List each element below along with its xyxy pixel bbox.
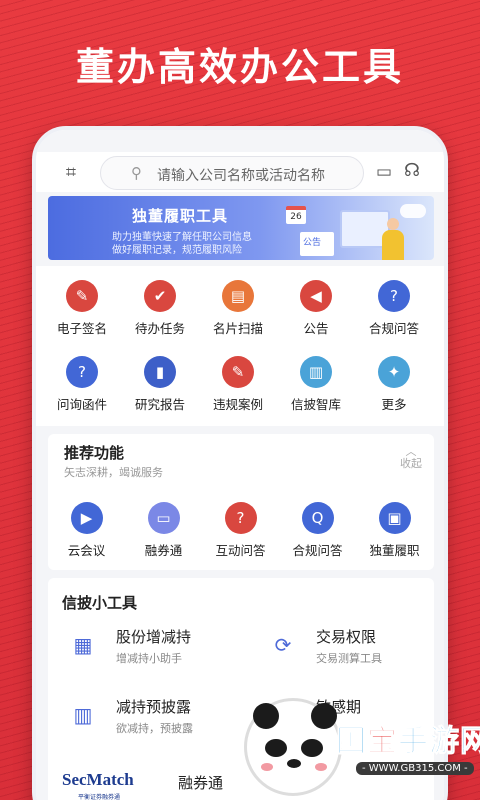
promo-banner[interactable]: 独董履职工具 助力独董快速了解任职公司信息 做好履职记录，规范履职风险 26 公… [48,196,434,260]
tool-item-2[interactable]: ▥ 减持预披露欲减持，预披露 [58,696,248,750]
recommend-subtitle: 矢志深耕，竭诚服务 [64,466,163,479]
recommend-title: 推荐功能 [64,444,125,462]
page-headline: 董办高效办公工具 [75,45,404,89]
video-icon: ▶ [70,502,103,534]
bar-chart-icon: ▥ [73,703,93,727]
exchange-icon: ⟳ [274,633,292,657]
banner-line-2: 做好履职记录，规范履职风险 [112,245,242,256]
library-icon: ▥ [300,356,332,388]
recommend-row: ▶ 云会议 ▭ 融券通? 互动问答 Q 合规问答 ▣ 独董履职 [48,496,434,560]
grid-item-label: 名片扫描 [212,321,263,336]
top-bar: ⌗ ⚲ 请输入公司名称或活动名称 ▭ ☊ [36,152,444,192]
recommend-item-label: 云会议 [67,543,106,558]
grid-item-label: 信披智库 [290,397,341,412]
person-illustration [382,218,404,260]
tool-item-1[interactable]: ⟳ 交易权限交易测算工具 [258,626,444,680]
search-icon: ⚲ [131,164,142,182]
search-input[interactable]: ⚲ 请输入公司名称或活动名称 [100,156,364,190]
headset-icon[interactable]: ☊ [404,160,420,181]
more-icon: ✦ [378,356,410,388]
recommend-item-label: 互动问答 [215,543,266,558]
cloud-illustration [400,204,426,218]
grid-item-label: 更多 [381,397,407,412]
grid-item-label: 合规问答 [368,321,419,336]
message-icon[interactable]: ▭ [376,162,392,182]
recommend-item-3[interactable]: Q 合规问答 [279,496,356,566]
card-scan-icon: ▤ [222,280,254,312]
grid-item-2[interactable]: ▤ 名片扫描 [200,266,276,336]
grid-item-6[interactable]: ▮ 研究报告 [122,342,198,412]
grid-item-label: 违规案例 [212,397,263,412]
grid-item-1[interactable]: ✔ 待办任务 [122,266,198,336]
secmatch-label: 融券通 [178,774,224,792]
collapse-button[interactable]: ︿ 收起 [400,446,422,470]
tool-name: 减持预披露 [116,698,192,716]
announcement-doc-icon: 公告 [300,232,334,256]
qa-icon: ? [378,280,410,312]
watermark-title: 国宝手游网 [336,724,480,760]
tools-title: 信披小工具 [62,594,138,612]
recommend-item-1[interactable]: ▭ 融券通 [125,496,202,566]
recommend-item-label: 独董履职 [369,543,420,558]
grid-item-label: 待办任务 [134,321,185,336]
recommend-item-label: 融券通 [144,543,183,558]
grid-item-4[interactable]: ? 合规问答 [356,266,432,336]
recommend-item-2[interactable]: ? 互动问答 [202,496,279,566]
watermark-url: - WWW.GB315.COM - [356,762,474,775]
tool-name: 交易权限 [316,628,377,646]
grid-item-label: 电子签名 [56,321,107,336]
task-icon: ✔ [144,280,176,312]
bank-icon: ▭ [147,502,180,534]
scan-icon[interactable]: ⌗ [60,162,82,184]
collapse-label: 收起 [400,457,422,470]
grid-item-label: 公告 [303,321,329,336]
chat-icon: ? [224,502,257,534]
grid-item-label: 问询函件 [56,397,107,412]
recommend-item-0[interactable]: ▶ 云会议 [48,496,125,566]
recommend-item-label: 合规问答 [292,543,343,558]
tool-item-0[interactable]: ▦ 股份增减持增减持小助手 [58,626,248,680]
search-placeholder: 请输入公司名称或活动名称 [157,168,325,184]
secmatch-card[interactable]: SecMatch 平衡证券融券通 融券通 [48,756,248,800]
id-icon: ▣ [378,502,411,534]
secmatch-logo-sub: 平衡证券融券通 [78,794,121,800]
grid-item-7[interactable]: ✎ 违规案例 [200,342,276,412]
violation-icon: ✎ [222,356,254,388]
chart-icon: ▦ [73,633,93,657]
grid-item-3[interactable]: ◀ 公告 [278,266,354,336]
recommend-section: 推荐功能 矢志深耕，竭诚服务 ︿ 收起 ▶ 云会议 ▭ 融券通? 互动问答 Q 合规问答 ▣ 独… [48,434,434,570]
tool-desc: 欲减持，预披露 [116,722,193,735]
watermark: 国宝手游网 - WWW.GB315.COM - [244,690,480,800]
tool-desc: 增减持小助手 [116,652,182,665]
panda-logo-icon [244,698,342,796]
grid-item-5[interactable]: ? 问询函件 [44,342,120,412]
banner-title: 独董履职工具 [132,207,229,225]
grid-item-9[interactable]: ✦ 更多 [356,342,432,412]
calendar-icon: 26 [286,206,306,224]
secmatch-logo: SecMatch [62,770,134,789]
feature-grid: ✎ 电子签名 ✔ 待办任务 ▤ 名片扫描 ◀ 公告? 合规问答? 问询函件 ▮ 研究报告 ✎ 违规案例 ▥ 信… [36,266,444,426]
grid-item-8[interactable]: ▥ 信披智库 [278,342,354,412]
tool-name: 股份增减持 [116,628,192,646]
tool-desc: 交易测算工具 [316,652,382,665]
recommend-item-4[interactable]: ▣ 独董履职 [356,496,433,566]
grid-item-label: 研究报告 [134,397,185,412]
report-icon: ▮ [144,356,176,388]
pen-icon: ✎ [66,280,98,312]
grid-item-0[interactable]: ✎ 电子签名 [44,266,120,336]
megaphone-icon: ◀ [300,280,332,312]
inquiry-icon: ? [66,356,98,388]
qa-icon: Q [301,502,334,534]
